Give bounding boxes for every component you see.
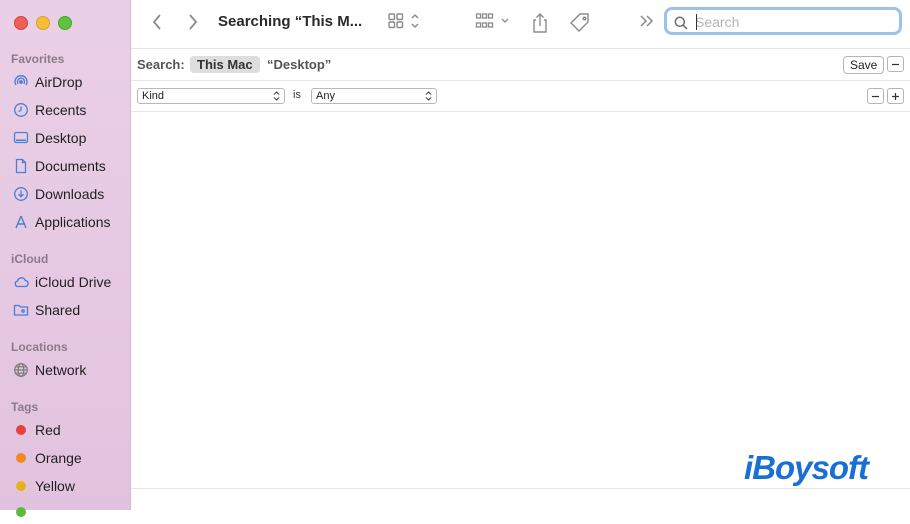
sidebar-item-tag-red[interactable]: Red [12,418,126,442]
sidebar-item-label: Shared [35,302,81,318]
sidebar-item-label: Network [35,362,87,378]
airdrop-icon [12,74,29,91]
save-search-button[interactable]: Save [843,56,885,74]
shared-folder-icon [12,302,29,319]
icloud-section-label: iCloud [11,252,49,266]
search-criteria-row: Kind is Any [131,81,910,112]
applications-icon [12,214,29,231]
sidebar-item-network[interactable]: Network [12,358,126,382]
globe-icon [12,362,29,379]
sidebar-item-downloads[interactable]: Downloads [12,182,126,206]
group-by-icon[interactable] [475,12,513,30]
toolbar: Searching “This M... [131,0,910,49]
minus-icon [872,95,879,97]
sidebar-item-label: AirDrop [35,74,83,90]
sidebar-item-recents[interactable]: Recents [12,98,126,122]
orange-tag-dot-icon [16,453,26,463]
sidebar-item-label: Yellow [35,478,75,494]
green-tag-dot-icon [16,507,26,517]
remove-scope-button[interactable] [887,56,904,72]
iboysoft-watermark-logo: iBoysoft [744,449,869,486]
view-grid-icon[interactable] [387,12,423,30]
sidebar-item-tag-green[interactable] [12,500,126,524]
sidebar-item-label: Orange [35,450,82,466]
sidebar-item-applications[interactable]: Applications [12,210,126,234]
sidebar-item-desktop[interactable]: Desktop [12,126,126,150]
plus-icon [892,92,899,100]
sidebar-item-label: Red [35,422,61,438]
red-tag-dot-icon [16,425,26,435]
yellow-tag-dot-icon [16,481,26,491]
cloud-icon [12,274,29,291]
minus-icon [892,63,899,65]
add-criteria-button[interactable] [887,88,904,104]
sidebar-item-airdrop[interactable]: AirDrop [12,70,126,94]
sidebar-item-label: Downloads [35,186,105,202]
sidebar-item-icloud-drive[interactable]: iCloud Drive [12,270,126,294]
updown-chevron-icon [273,91,280,101]
zoom-window-button[interactable] [58,16,72,30]
sidebar-item-label: Applications [35,214,111,230]
search-scope-bar: Search: This Mac “Desktop” Save [131,49,910,81]
clock-icon [12,102,29,119]
sidebar-item-documents[interactable]: Documents [12,154,126,178]
document-icon [12,158,29,175]
sidebar-item-label: iCloud Drive [35,274,112,290]
updown-chevron-icon [425,91,432,101]
sidebar: Favorites AirDrop Recents Desktop Docume… [0,0,131,517]
attribute-select-value: Kind [142,90,165,102]
sidebar-item-tag-yellow[interactable]: Yellow [12,474,126,498]
search-results-area [131,112,910,488]
window-title: Searching “This M... [218,13,363,30]
remove-criteria-button[interactable] [867,88,884,104]
minimize-window-button[interactable] [36,16,50,30]
download-icon [12,186,29,203]
search-scope-label: Search: [137,57,185,72]
operator-label: is [293,89,301,101]
sidebar-item-tag-orange[interactable]: Orange [12,446,126,470]
attribute-select[interactable]: Kind [137,88,285,104]
more-toolbar-items-icon[interactable] [639,12,655,30]
tags-section-label: Tags [11,400,39,414]
search-field[interactable] [664,7,902,35]
back-chevron-icon[interactable] [151,12,163,32]
sidebar-item-label: Documents [35,158,106,174]
sidebar-item-label: Recents [35,102,87,118]
share-icon[interactable] [531,12,549,34]
locations-section-label: Locations [11,340,68,354]
scope-desktop-button[interactable]: “Desktop” [267,57,331,72]
tag-icon[interactable] [569,12,591,34]
scope-this-mac-button[interactable]: This Mac [190,56,260,73]
favorites-section-label: Favorites [11,52,65,66]
path-bar [131,488,910,511]
window-controls [14,16,72,30]
search-input[interactable] [695,13,895,31]
desktop-icon [12,130,29,147]
forward-chevron-icon[interactable] [187,12,199,32]
sidebar-item-label: Desktop [35,130,87,146]
search-icon [674,16,688,30]
close-window-button[interactable] [14,16,28,30]
value-select[interactable]: Any [311,88,437,104]
sidebar-item-shared[interactable]: Shared [12,298,126,322]
value-select-value: Any [316,90,335,102]
text-caret [696,14,697,30]
